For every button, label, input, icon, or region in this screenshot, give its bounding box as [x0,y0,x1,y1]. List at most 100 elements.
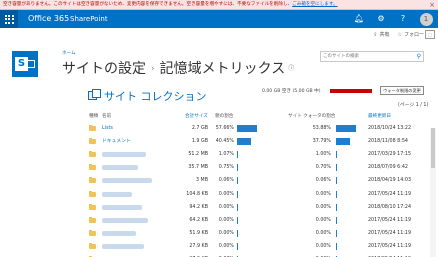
suite-bar: Office 365 SharePoint 🔔︎ ⚙ ? 1 [0,10,438,28]
row-parent-pct: 40.45% [215,139,234,145]
folder-icon [89,164,96,171]
table-row[interactable]: 51.2 MB 1.07% 1.00% 2017/03/29 17:15 [0,148,438,161]
column-header-quota-pct[interactable]: サイト クォータの割合 [288,113,335,121]
storage-summary: 0.00 GB 空き (5.00 GB 中) [262,89,321,94]
table-row[interactable]: 3 MB 0.06% 0.06% 2018/04/19 14:03 [0,174,438,187]
row-modified: 2018/04/19 14:03 [368,178,411,184]
row-parent-pct: 0.00% [218,230,234,236]
table-row[interactable]: ドキュメント 1.9 GB 40.45% 37.79% 2018/11/08 8:54 [0,135,438,148]
storage-metrics-title: 記憶域メトリックス [159,61,286,77]
breadcrumb[interactable]: ホーム [62,50,76,56]
row-parent-pct: 0.00% [212,253,234,257]
follow-button[interactable]: ☆ フォロー [398,30,425,40]
empty-recycle-bin-link[interactable]: ごみ箱を空にします。 [292,2,337,7]
table-row[interactable]: 27.9 KB 0.00% 0.00% 2017/05/24 11:19 [0,253,438,257]
table-row[interactable]: 94.2 KB 0.00% 0.00% 2018/08/10 17:24 [0,201,438,214]
row-quota-pct: 0.00% [315,230,331,236]
row-name-link[interactable] [102,165,138,171]
row-name-link[interactable] [102,191,132,197]
row-parent-pct: 0.00% [218,217,234,223]
warning-text: 空き容量がありません。このサイトは空き容量がないため、変更内容を保存できません。… [3,2,293,7]
sharepoint-link[interactable]: SharePoint [70,10,108,28]
row-size: 3 MB [195,178,208,184]
row-parent-pct: 0.00% [218,191,234,197]
table-row[interactable]: 35.7 MB 0.75% 0.70% 2018/07/09 6:42 [0,161,438,174]
table-row[interactable]: 51.9 KB 0.00% 0.00% 2017/05/24 11:19 [0,227,438,240]
row-quota-pct: 53.88% [312,126,331,131]
quota-pct-bar [336,177,337,185]
quota-pct-bar [336,125,356,132]
row-name-link[interactable] [102,178,152,184]
column-header-parent-pct[interactable]: 親の割合 [215,113,233,121]
parent-pct-bar [237,216,238,224]
column-header-name[interactable]: 名前 [102,113,111,121]
bell-icon[interactable]: 🔔︎ [348,10,370,28]
section-title: サイト コレクション [104,90,207,103]
row-quota-pct: 0.00% [315,243,331,249]
row-parent-pct: 0.06% [218,178,234,184]
app-launcher-icon[interactable] [0,10,18,28]
parent-pct-bar [237,151,238,159]
help-icon[interactable]: ? [392,10,414,28]
row-name-link[interactable] [102,243,144,249]
table-row[interactable]: 27.9 KB 0.00% 0.00% 2017/05/24 11:19 [0,240,438,253]
row-name-link[interactable]: ドキュメント [102,135,131,148]
focus-mode-button[interactable]: ⬚ [425,30,435,39]
avatar[interactable]: 1 [419,12,433,26]
quota-pct-bar [336,164,337,172]
row-modified: 2018/08/10 17:24 [368,204,411,210]
storage-usage-bar [330,89,372,93]
row-quota-pct: 0.00% [305,253,331,257]
quota-pct-bar [336,242,337,250]
parent-pct-bar [237,177,238,185]
column-header-modified[interactable]: 最終更新日 [368,113,391,121]
row-name-link[interactable] [102,217,148,223]
share-button[interactable]: ⇪ 共有 [373,30,389,40]
chevron-right-icon: › [151,64,155,74]
table-row[interactable]: Lists 2.7 GB 57.66% 53.88% 2018/10/24 13:22 [0,122,438,135]
search-placeholder: このサイトの検索 [323,54,359,59]
change-quota-button[interactable]: ウォータ制限の変更 [380,86,424,95]
quota-pct-bar [336,203,337,211]
table-row[interactable]: 64.2 KB 0.00% 0.00% 2017/05/24 11:19 [0,214,438,227]
column-header-type[interactable]: 種類 [89,113,98,121]
search-icon[interactable]: ⚲ [417,52,421,61]
row-modified: 2018/10/24 13:22 [368,126,411,131]
parent-pct-bar [237,138,252,146]
quota-pct-bar [336,216,337,224]
row-parent-pct: 57.66% [215,126,234,131]
page-indicator: (ページ 1 / 1) [398,103,429,108]
row-modified: 2018/07/09 6:42 [368,165,408,171]
row-modified: 2017/05/24 11:19 [368,230,411,236]
sharepoint-logo-icon[interactable]: S [12,51,38,77]
folder-icon [89,125,96,131]
info-icon[interactable]: ⓘ [288,65,294,72]
row-quota-pct: 0.70% [315,165,331,171]
site-settings-link[interactable]: サイトの設定 [62,61,146,77]
share-icon: ⇪ [373,32,378,38]
parent-pct-bar [237,164,238,172]
row-name-link[interactable]: Lists [102,122,113,135]
row-name-link[interactable] [102,152,146,158]
row-size: 1.9 GB [191,139,208,145]
row-modified: 2017/05/24 11:19 [368,217,411,223]
table-row[interactable]: 104.8 KB 0.00% 0.00% 2017/05/24 11:19 [0,188,438,201]
row-modified: 2017/05/24 11:19 [368,191,411,197]
parent-pct-bar [237,242,238,250]
close-icon[interactable]: × [428,1,436,9]
page-actions: ⇪ 共有 ☆ フォロー [373,30,424,40]
gear-icon[interactable]: ⚙ [370,10,392,28]
search-input[interactable]: このサイトの検索 ⚲ [320,51,424,62]
row-size: 64.2 KB [189,217,208,223]
row-name-link[interactable] [102,204,142,210]
parent-pct-bar [237,190,238,198]
column-header-total-size[interactable]: 合計サイズ [185,113,208,121]
folder-icon [89,216,96,223]
row-modified: 2017/05/24 11:19 [368,253,411,257]
office365-brand[interactable]: Office 365 [28,10,69,28]
row-size: 94.2 KB [189,204,208,210]
scrollbar-thumb[interactable] [431,128,435,168]
folder-icon [89,138,96,145]
row-name-link[interactable] [102,230,136,236]
page-title: サイトの設定 › 記憶域メトリックス ⓘ [62,58,294,78]
